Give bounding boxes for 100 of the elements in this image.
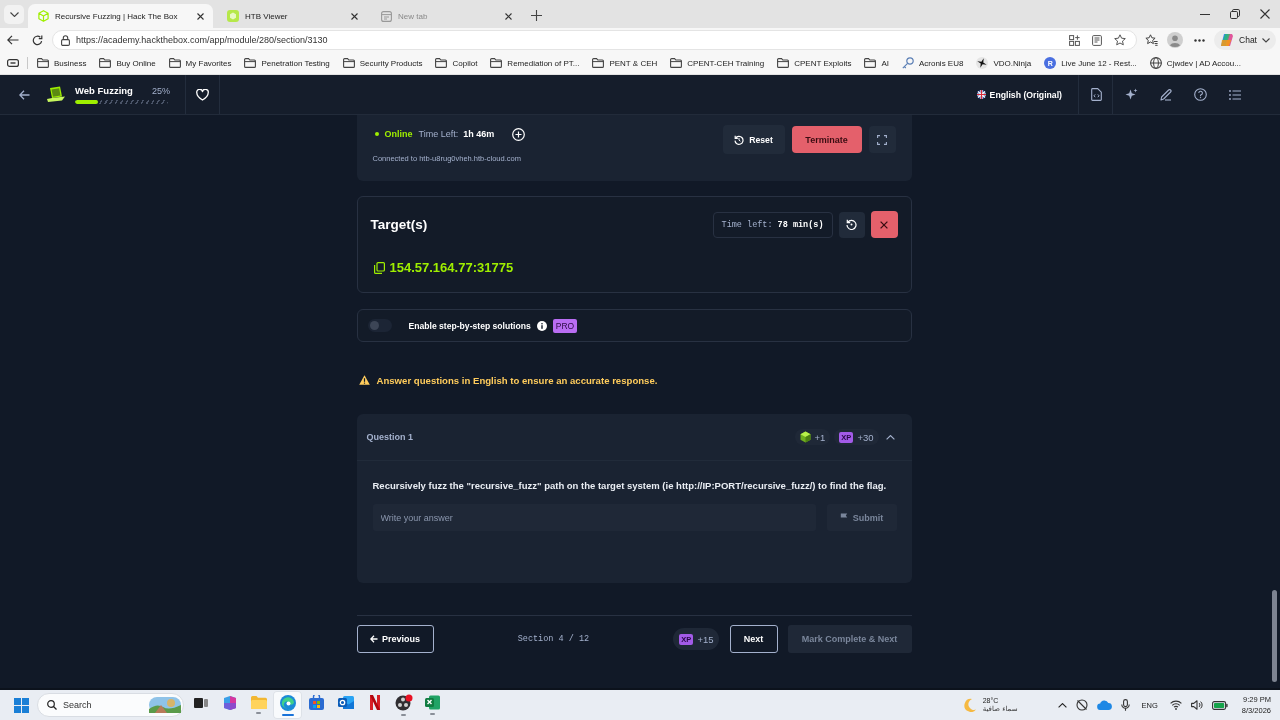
search-icon <box>47 700 57 710</box>
warning-icon <box>358 375 370 385</box>
back-arrow-icon[interactable] <box>19 89 30 100</box>
folder-icon <box>250 696 267 709</box>
status-text: Online <box>384 129 413 139</box>
slashed-circle-icon[interactable] <box>1075 699 1088 711</box>
cloud-icon[interactable] <box>1096 700 1112 710</box>
reward-value: +1 <box>814 431 826 443</box>
profile-avatar-icon[interactable] <box>1167 32 1184 48</box>
info-icon[interactable] <box>536 320 547 331</box>
close-icon <box>880 220 888 229</box>
browser-icon <box>279 694 296 711</box>
search-field[interactable]: Search <box>37 693 184 717</box>
reset-icon <box>846 219 857 230</box>
reload-icon[interactable] <box>31 34 43 46</box>
new-tab-icon[interactable] <box>531 10 542 21</box>
previous-button[interactable]: Previous <box>356 625 434 653</box>
office-app-icon <box>221 694 238 711</box>
reset-button[interactable] <box>838 211 865 238</box>
arrow-left-icon <box>370 635 378 643</box>
bookmark[interactable]: My Favorites <box>168 58 232 68</box>
reset-button[interactable]: Reset <box>722 125 785 154</box>
list-icon[interactable] <box>1229 89 1241 100</box>
close-icon[interactable] <box>197 12 204 20</box>
microphone-icon[interactable] <box>1120 699 1130 711</box>
bookmark[interactable]: Acronis EU8 <box>901 57 964 69</box>
copilot-icon <box>1220 33 1235 47</box>
bookmark[interactable]: Cjwdev | AD Accou... <box>1149 57 1241 69</box>
close-icon[interactable] <box>505 12 512 20</box>
more-icon[interactable] <box>1193 38 1205 42</box>
bookmark[interactable]: Buy Online <box>99 58 156 68</box>
folder-icon <box>864 58 877 68</box>
terminate-button[interactable]: Terminate <box>791 126 862 153</box>
plus-circle-icon[interactable] <box>512 127 526 141</box>
address-field[interactable]: https://academy.hackthebox.com/app/module/280/section/3130 <box>52 30 1138 50</box>
toggle-label: Enable step-by-step solutions <box>408 320 531 331</box>
reader-icon[interactable] <box>1092 34 1103 46</box>
help-icon[interactable] <box>1194 88 1207 101</box>
chevron-up-icon[interactable] <box>1057 702 1067 708</box>
pen-icon[interactable] <box>1160 88 1172 101</box>
star-icon[interactable] <box>1114 34 1127 46</box>
recorder-app-icon <box>394 694 413 711</box>
mail-app-icon <box>337 695 354 710</box>
pro-label: PRO <box>552 318 578 333</box>
heart-icon[interactable] <box>196 88 209 101</box>
browser-tab[interactable]: Recursive Fuzzing | Hack The Box <box>28 4 213 28</box>
lock-icon <box>61 34 70 46</box>
time-left-value: 78 min(s) <box>777 219 824 230</box>
chat-button[interactable]: Chat <box>1214 30 1276 50</box>
bookmark[interactable]: Copilot <box>435 58 478 68</box>
close-icon[interactable] <box>351 12 358 20</box>
scroll-thumb[interactable] <box>1271 590 1277 682</box>
close-button[interactable] <box>870 211 898 238</box>
rectangle-icon[interactable] <box>7 59 19 67</box>
copy-icon[interactable] <box>373 261 385 274</box>
bookmark[interactable]: CPENT Exploits <box>777 58 852 68</box>
folder-icon <box>37 58 49 68</box>
speaker-icon[interactable] <box>1190 700 1203 710</box>
reset-icon <box>734 134 745 145</box>
browser-tab[interactable]: HTB Viewer <box>217 4 367 28</box>
bookmark[interactable]: AI <box>864 58 889 68</box>
landscape-icon <box>149 697 181 713</box>
favorites-icon[interactable] <box>1144 34 1158 46</box>
store-icon <box>309 695 324 710</box>
toggle-switch[interactable] <box>367 319 392 332</box>
language-button[interactable]: English (Original) <box>976 89 1062 100</box>
bookmark[interactable]: Business <box>37 58 87 68</box>
bookmark[interactable]: VDO.Ninja <box>976 57 1032 69</box>
wifi-icon[interactable] <box>1169 700 1182 710</box>
restore-icon[interactable] <box>1230 9 1240 19</box>
battery-icon[interactable] <box>1211 700 1228 710</box>
task-view-icon <box>193 695 208 710</box>
fullscreen-icon <box>877 134 887 145</box>
code-file-icon[interactable] <box>1091 88 1102 101</box>
section-indicator: Section 4 / 12 <box>517 634 590 644</box>
reward-value: +30 <box>857 431 874 443</box>
time-left-value: 1h 46m <box>463 129 495 139</box>
cube-icon <box>38 10 49 22</box>
windows-icon[interactable] <box>14 697 29 713</box>
apps-icon[interactable] <box>1069 34 1081 46</box>
bookmark[interactable]: CPENT-CEH Training <box>670 58 765 68</box>
back-arrow-icon[interactable] <box>7 35 19 45</box>
bookmark[interactable]: PENT & CEH <box>592 58 658 68</box>
bookmark[interactable]: Security Products <box>342 58 423 68</box>
target-address: 154.57.164.77:31775 <box>389 260 514 275</box>
globe-icon <box>1149 57 1162 69</box>
chevron-up-icon[interactable] <box>885 434 895 440</box>
fullscreen-button[interactable] <box>868 126 896 153</box>
folder-icon <box>777 58 790 68</box>
bookmark[interactable]: Remediation of PT... <box>490 58 580 68</box>
bookmark[interactable]: Penetration Testing <box>244 58 330 68</box>
minimize-icon[interactable] <box>1200 13 1210 15</box>
tab-list-button[interactable] <box>4 5 24 24</box>
sparkle-icon[interactable] <box>1125 88 1138 101</box>
close-icon[interactable] <box>1260 9 1270 19</box>
hexagon-tile-icon <box>227 10 239 22</box>
next-button[interactable]: Next <box>729 625 778 653</box>
progress-percent: 25% <box>152 86 170 96</box>
answer-field[interactable]: Write your answer <box>372 504 816 531</box>
flag-icon <box>976 90 986 99</box>
